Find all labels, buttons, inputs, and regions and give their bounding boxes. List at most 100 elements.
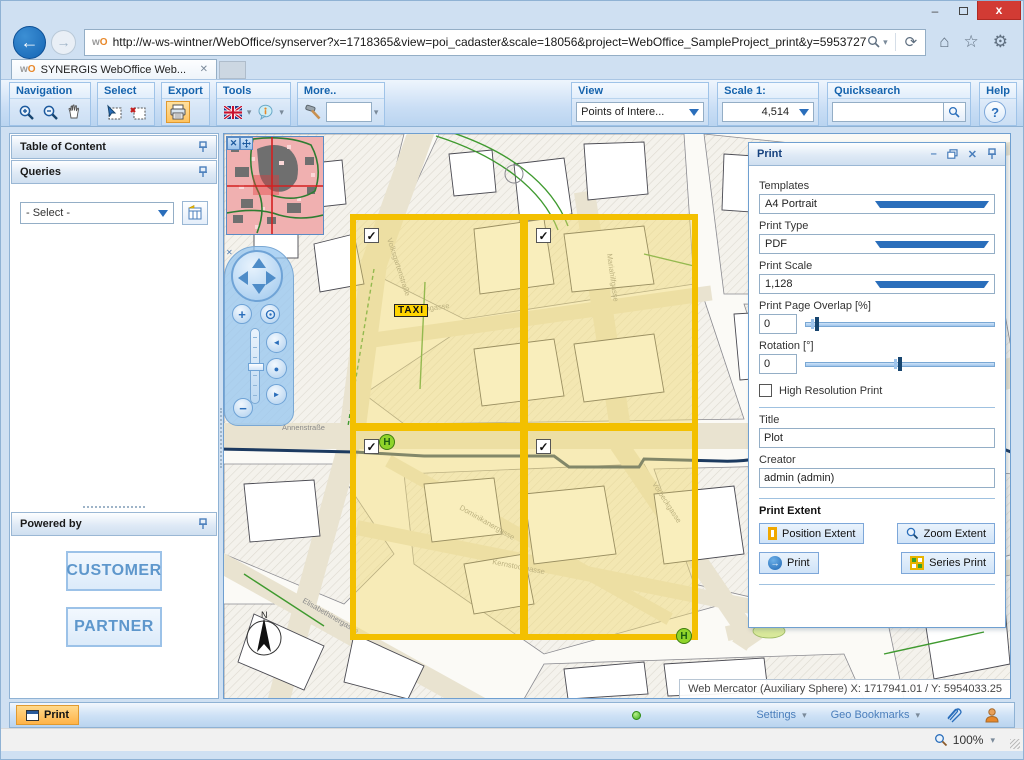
home-icon[interactable]: ⌂ xyxy=(932,32,956,52)
help-button[interactable]: ? xyxy=(984,101,1006,123)
language-button[interactable] xyxy=(221,101,245,123)
map-viewport[interactable]: Orpheumgasse Annenstraße Mariahilfgasse … xyxy=(223,133,1011,699)
browser-forward-button[interactable]: → xyxy=(51,30,76,55)
panel-resize-grip[interactable] xyxy=(10,503,218,511)
browser-tab[interactable]: wO SYNERGIS WebOffice Web... ✕ xyxy=(11,59,217,79)
query-form-button[interactable] xyxy=(182,201,208,225)
info-tool-caret[interactable]: ▾ xyxy=(277,107,286,118)
panel-header-queries[interactable]: Queries xyxy=(11,160,217,184)
print-panel-header[interactable]: Print – ✕ xyxy=(749,143,1005,166)
partner-logo-button[interactable]: PARTNER xyxy=(66,607,162,647)
previous-extent-button[interactable]: ◄ xyxy=(266,332,287,353)
overlap-slider-handle[interactable] xyxy=(815,317,819,331)
panel-close-icon[interactable]: ✕ xyxy=(968,148,977,161)
default-extent-button[interactable]: ● xyxy=(266,358,287,379)
refresh-icon[interactable]: ⟳ xyxy=(901,33,922,51)
pan-up-icon[interactable] xyxy=(252,258,266,268)
powered-title: Powered by xyxy=(20,518,82,530)
settings-menu[interactable]: Settings ▾ xyxy=(756,709,808,721)
overlap-input[interactable] xyxy=(759,314,797,334)
pan-down-icon[interactable] xyxy=(252,284,266,294)
print-export-button[interactable] xyxy=(166,101,190,123)
zoom-caret[interactable]: ▾ xyxy=(988,735,997,746)
series-print-button[interactable]: Series Print xyxy=(901,552,995,574)
zoom-out-widget-button[interactable]: − xyxy=(233,398,253,418)
page-checkbox-3[interactable]: ✓ xyxy=(364,439,379,454)
view-dropdown[interactable]: Points of Intere... xyxy=(576,102,704,122)
window-maximize-button[interactable] xyxy=(949,1,977,20)
zoom-in-button[interactable] xyxy=(14,101,38,123)
pan-button[interactable] xyxy=(62,101,86,123)
clear-selection-button[interactable] xyxy=(126,101,150,123)
panel-header-toc[interactable]: Table of Content xyxy=(11,135,217,159)
panel-header-powered[interactable]: Powered by xyxy=(11,512,217,536)
zoom-slider-handle[interactable] xyxy=(248,363,264,371)
print-scale-dropdown[interactable]: 1,128 xyxy=(759,274,995,294)
overview-map[interactable]: ✕ xyxy=(226,136,324,235)
zoom-in-widget-button[interactable]: + xyxy=(232,304,252,324)
pin-icon[interactable] xyxy=(987,148,997,160)
tab-close-icon[interactable]: ✕ xyxy=(197,64,211,75)
zoom-slider[interactable] xyxy=(250,328,260,404)
overlap-slider[interactable] xyxy=(805,317,995,331)
more-tools-caret[interactable]: ▾ xyxy=(372,107,381,118)
window-minimize-button[interactable]: – xyxy=(921,1,949,20)
rotation-slider-handle[interactable] xyxy=(898,357,902,371)
query-select-dropdown[interactable]: - Select - xyxy=(20,202,174,224)
rotation-input[interactable] xyxy=(759,354,797,374)
tools-hammer-button[interactable] xyxy=(302,101,326,123)
language-caret[interactable]: ▾ xyxy=(245,107,254,118)
page-checkbox-2[interactable]: ✓ xyxy=(536,228,551,243)
favorites-star-icon[interactable]: ☆ xyxy=(957,32,986,52)
page-checkbox-1[interactable]: ✓ xyxy=(364,228,379,243)
settings-gear-icon[interactable]: ⚙ xyxy=(986,32,1015,52)
zoom-extent-button[interactable]: Zoom Extent xyxy=(897,523,995,544)
address-field[interactable]: wO http://w-ws-wintner/WebOffice/synserv… xyxy=(84,29,926,56)
search-icon[interactable] xyxy=(867,35,881,49)
browser-zoom-control[interactable]: 100% ▾ xyxy=(934,733,997,747)
full-extent-button[interactable] xyxy=(260,304,280,324)
pan-control[interactable] xyxy=(231,250,283,302)
overview-move-icon[interactable] xyxy=(240,137,253,150)
quicksearch-input[interactable] xyxy=(832,102,944,122)
new-tab-stub[interactable] xyxy=(219,61,246,79)
title-input[interactable] xyxy=(759,428,995,448)
templates-dropdown[interactable]: A4 Portrait xyxy=(759,194,995,214)
next-extent-button[interactable]: ► xyxy=(266,384,287,405)
resize-grip[interactable] xyxy=(1010,739,1020,749)
map-navigation-widget[interactable]: ✕ + ◄ ● ► − xyxy=(224,246,294,426)
scale-dropdown[interactable]: 4,514 xyxy=(722,102,814,122)
paperclip-icon[interactable] xyxy=(944,707,962,723)
pin-icon[interactable] xyxy=(198,518,208,530)
select-features-button[interactable] xyxy=(102,101,126,123)
page-checkbox-4[interactable]: ✓ xyxy=(536,439,551,454)
print-extent-grid[interactable]: ✓ ✓ ✓ ✓ xyxy=(350,214,698,640)
panel-minimize-icon[interactable]: – xyxy=(931,148,937,160)
search-options-caret[interactable]: ▾ xyxy=(881,37,890,48)
geo-bookmarks-menu[interactable]: Geo Bookmarks ▾ xyxy=(831,709,922,721)
more-tools-select[interactable] xyxy=(326,102,372,122)
quicksearch-button[interactable] xyxy=(944,102,966,122)
creator-input[interactable] xyxy=(759,468,995,488)
print-button[interactable]: → Print xyxy=(759,552,819,574)
print-type-dropdown[interactable]: PDF xyxy=(759,234,995,254)
rotation-slider[interactable] xyxy=(805,357,995,371)
print-window-tab[interactable]: Print xyxy=(16,705,79,725)
customer-logo-button[interactable]: CUSTOMER xyxy=(66,551,162,591)
info-tool-button[interactable] xyxy=(253,101,277,123)
position-extent-button[interactable]: Position Extent xyxy=(759,523,864,544)
browser-back-button[interactable]: ← xyxy=(13,26,46,59)
toolbar-group-scale: Scale 1: 4,514 xyxy=(717,82,819,126)
pan-left-icon[interactable] xyxy=(238,271,248,285)
pin-icon[interactable] xyxy=(198,166,208,178)
pin-icon[interactable] xyxy=(198,141,208,153)
url-text[interactable]: http://w-ws-wintner/WebOffice/synserver?… xyxy=(113,35,868,49)
nav-close-icon[interactable]: ✕ xyxy=(226,248,233,257)
user-avatar-icon[interactable] xyxy=(984,707,1000,723)
window-close-button[interactable]: x xyxy=(977,1,1021,20)
panel-restore-icon[interactable] xyxy=(947,149,958,159)
overview-close-icon[interactable]: ✕ xyxy=(227,137,240,150)
pan-right-icon[interactable] xyxy=(266,271,276,285)
high-res-checkbox[interactable] xyxy=(759,384,772,397)
zoom-out-button[interactable] xyxy=(38,101,62,123)
